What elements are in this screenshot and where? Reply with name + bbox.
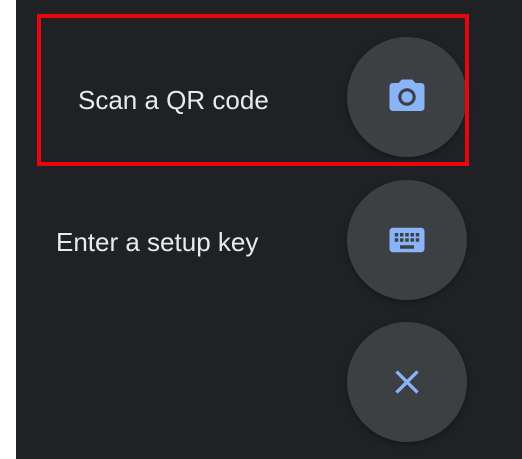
close-menu-button[interactable] bbox=[347, 322, 467, 442]
close-icon bbox=[387, 362, 427, 402]
setup-key-label[interactable]: Enter a setup key bbox=[56, 227, 258, 257]
setup-key-button[interactable] bbox=[347, 180, 467, 300]
camera-icon bbox=[386, 76, 428, 118]
scan-qr-button[interactable] bbox=[347, 37, 467, 157]
keyboard-icon bbox=[386, 219, 428, 261]
scan-qr-label[interactable]: Scan a QR code bbox=[78, 85, 269, 115]
